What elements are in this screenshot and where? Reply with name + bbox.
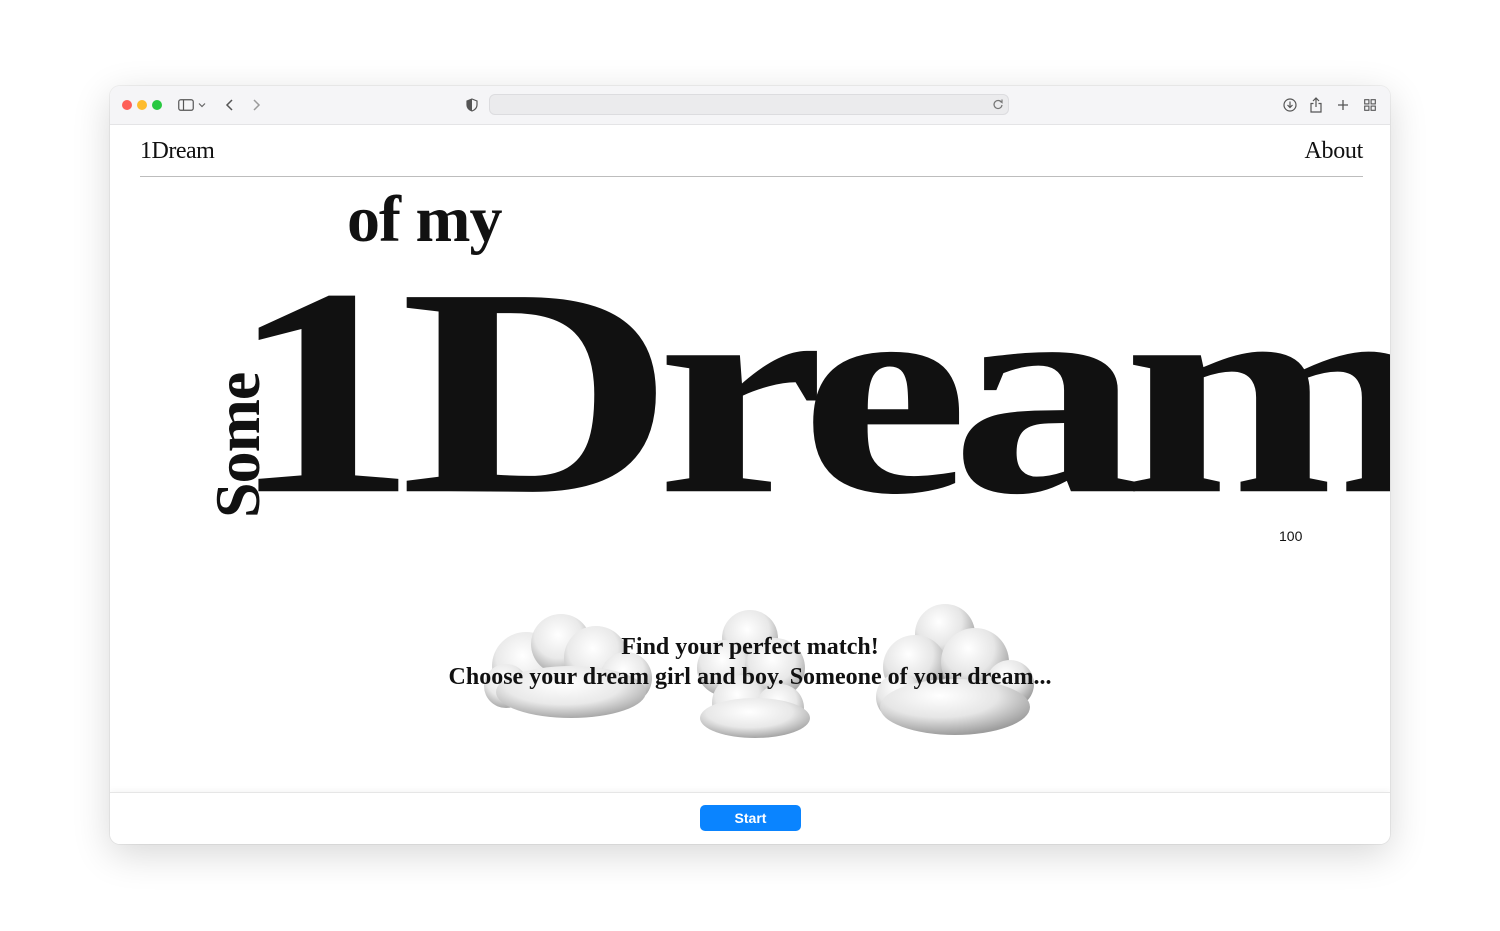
footer-bar: Start <box>110 792 1390 844</box>
browser-window: 1Dream About of my Some 1Dream 100 Find … <box>110 86 1390 844</box>
tagline-heading: Find your perfect match! <box>621 634 879 660</box>
hero-wordmark: of my Some 1Dream 100 <box>110 86 1390 606</box>
tagline: Find your perfect match! Choose your dre… <box>110 632 1390 692</box>
start-button[interactable]: Start <box>700 805 801 831</box>
hero-count: 100 <box>1279 528 1303 544</box>
tagline-subheading: Choose your dream girl and boy. Someone … <box>448 664 1052 690</box>
hero-title: 1Dream <box>228 227 1390 556</box>
